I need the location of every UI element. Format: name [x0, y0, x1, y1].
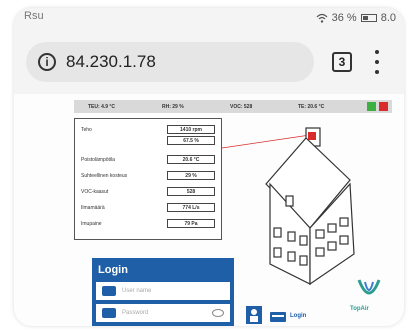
info-icon[interactable]: i [38, 53, 56, 71]
battery-icon [360, 14, 377, 22]
address-bar[interactable]: i 84.230.1.78 [26, 42, 314, 82]
login-title: Login [98, 264, 128, 276]
user-card-icon [102, 286, 116, 296]
login-link[interactable]: Login [290, 313, 306, 319]
status-right: 36 % 8.0 [316, 12, 396, 24]
web-content: TEU: 4.9 °C RH: 29 % VOC: 528 TE: 20.6 °… [14, 94, 404, 326]
lock-icon [102, 308, 116, 318]
password-input[interactable]: Password [96, 304, 230, 322]
url-text[interactable]: 84.230.1.78 [66, 52, 156, 72]
username-input[interactable]: User name [96, 282, 230, 300]
sensor-indicator-icon [308, 132, 316, 140]
card-icon[interactable] [270, 312, 286, 322]
time-text: 8.0 [380, 12, 396, 24]
phone-screen: Rsu 36 % 8.0 i 84.230.1.78 3 TEU: 4.9 °C… [14, 8, 404, 326]
tab-switcher-button[interactable]: 3 [332, 52, 352, 72]
logo-text: TopAir [350, 306, 369, 312]
user-login-icon[interactable] [246, 306, 262, 324]
browser-toolbar: i 84.230.1.78 3 [14, 30, 404, 94]
eye-icon[interactable] [212, 309, 224, 317]
topair-logo [357, 279, 381, 295]
signal-text: 36 % [331, 12, 357, 24]
status-bar: Rsu 36 % 8.0 [14, 8, 404, 30]
login-panel: Login User name Password [92, 258, 234, 326]
overflow-menu-icon[interactable] [374, 50, 380, 74]
wifi-icon [316, 13, 328, 23]
status-left-text: Rsu [24, 10, 44, 22]
house-illustration [265, 127, 355, 286]
